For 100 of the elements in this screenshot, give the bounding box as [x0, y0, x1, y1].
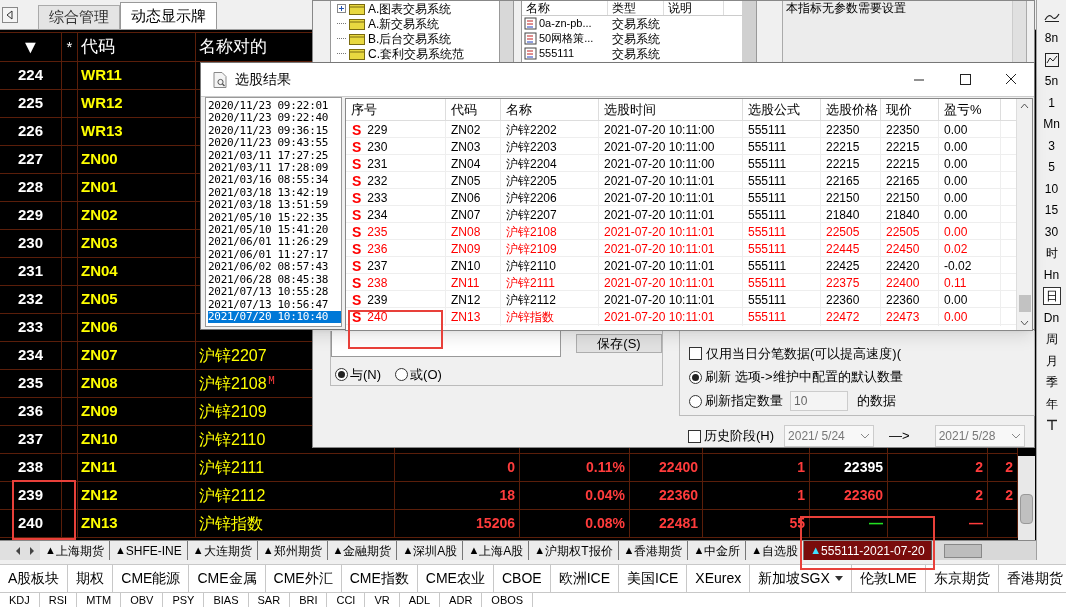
- list-item[interactable]: 2021/03/16 08:55:34: [208, 174, 341, 187]
- list-cell[interactable]: 555111: [539, 45, 575, 62]
- list-item[interactable]: 2021/03/11 17:27:25: [208, 149, 341, 163]
- indicator-tab[interactable]: ADR: [440, 593, 483, 607]
- toolbar-button[interactable]: Hn: [1041, 266, 1062, 283]
- scroll-left-button[interactable]: [2, 7, 18, 23]
- sheet-tab[interactable]: ▲555111-2021-07-20: [804, 541, 932, 560]
- toolbar-button[interactable]: 15: [1042, 202, 1061, 219]
- toolbar-button[interactable]: 10: [1042, 180, 1061, 197]
- sheet-tab[interactable]: ▲金融期货: [327, 541, 398, 560]
- column-header[interactable]: 名称: [501, 99, 599, 120]
- sheet-tab[interactable]: ▲SHFE-INE: [109, 541, 188, 560]
- toolbar-button[interactable]: 5: [1046, 159, 1057, 176]
- checkbox[interactable]: [688, 429, 701, 443]
- scroll-thumb[interactable]: [1018, 295, 1031, 312]
- list-item[interactable]: 2021/03/18 13:51:59: [208, 199, 341, 212]
- indicator-tab[interactable]: VR: [365, 593, 400, 607]
- toolbar-button[interactable]: 月: [1043, 352, 1060, 369]
- list-item[interactable]: 2021/05/10 15:41:20: [208, 224, 341, 237]
- save-button[interactable]: 保存(S): [576, 333, 662, 353]
- toolbar-button[interactable]: 时: [1043, 245, 1060, 262]
- toolbar-button[interactable]: 周: [1043, 331, 1060, 348]
- column-header[interactable]: 说明: [664, 1, 724, 15]
- list-cell[interactable]: 50网格策...: [539, 30, 594, 47]
- expand-icon[interactable]: [337, 4, 346, 13]
- radio-label[interactable]: 刷新 选项->维护中配置的默认数量: [705, 367, 903, 387]
- sheet-tab[interactable]: ▲自选股: [746, 541, 805, 560]
- indicator-tab[interactable]: MTM: [77, 593, 122, 607]
- indicator-tab[interactable]: BIAS: [204, 593, 249, 607]
- indicator-tab[interactable]: SAR: [248, 593, 291, 607]
- tab[interactable]: 动态显示牌: [120, 2, 217, 29]
- toolbar-button[interactable]: 8n: [1042, 30, 1061, 47]
- list-item[interactable]: 2020/11/23 09:43:55: [208, 137, 341, 150]
- indicator-tab[interactable]: BRI: [290, 593, 328, 607]
- scrollbar[interactable]: [500, 1, 514, 63]
- trend-line-icon[interactable]: [1043, 11, 1060, 22]
- chart-icon[interactable]: [1044, 52, 1059, 67]
- indicator-tab[interactable]: RSI: [39, 593, 78, 607]
- checkbox-label[interactable]: 历史阶段(H): [704, 426, 775, 446]
- toolbar-button[interactable]: 日: [1042, 287, 1061, 306]
- list-item[interactable]: 2021/07/13 10:56:47: [208, 298, 341, 311]
- list-item[interactable]: 2021/06/02 08:57:43: [208, 261, 341, 274]
- list-cell[interactable]: 0a-zn-pb...: [539, 15, 592, 32]
- toolbar-button[interactable]: 30: [1042, 223, 1061, 240]
- scrollbar[interactable]: [1012, 1, 1026, 62]
- indicator-tab[interactable]: OBV: [121, 593, 164, 607]
- sheet-tab[interactable]: ▲上海A股: [463, 541, 530, 560]
- column-header[interactable]: 代码: [81, 34, 115, 60]
- scroll-down-icon[interactable]: [1020, 320, 1029, 326]
- column-header[interactable]: 代码: [446, 99, 501, 120]
- column-header[interactable]: 名称: [522, 1, 608, 15]
- pin-icon[interactable]: [1045, 419, 1058, 432]
- toolbar-button[interactable]: 年: [1043, 395, 1060, 412]
- scrollbar[interactable]: [1018, 456, 1035, 540]
- toolbar-button[interactable]: Dn: [1041, 309, 1062, 326]
- radio-button[interactable]: [395, 367, 409, 381]
- checkbox[interactable]: [689, 346, 702, 360]
- toolbar-button[interactable]: Mn: [1041, 116, 1062, 133]
- list-item[interactable]: 2021/07/20 10:10:40: [208, 310, 341, 324]
- list-item[interactable]: 2021/06/01 11:27:17: [208, 248, 341, 262]
- toolbar-button[interactable]: 1: [1046, 94, 1057, 111]
- horizontal-scrollbar[interactable]: [931, 541, 1036, 560]
- list-item[interactable]: 2020/11/23 09:36:15: [208, 124, 341, 138]
- date-field[interactable]: 2021/ 5/24: [784, 425, 875, 447]
- column-header[interactable]: 选股时间: [599, 99, 743, 120]
- radio-button[interactable]: [335, 367, 348, 381]
- indicator-tab[interactable]: CCI: [327, 593, 366, 607]
- checkbox-label[interactable]: 仅用当日分笔数据(可以提高速度)(: [706, 343, 901, 363]
- sheet-tab[interactable]: ▲郑州期货: [257, 541, 328, 560]
- sheet-tab[interactable]: ▲中金所: [688, 541, 747, 560]
- radio-label[interactable]: 刷新指定数量: [705, 391, 783, 411]
- column-header[interactable]: 名称对的: [199, 34, 267, 60]
- radio-button[interactable]: [689, 370, 702, 384]
- column-header[interactable]: ▼: [21, 33, 40, 61]
- list-item[interactable]: 2021/03/11 17:28:09: [208, 162, 341, 175]
- sheet-tab[interactable]: ▲大连期货: [187, 541, 258, 560]
- tab[interactable]: 综合管理: [38, 5, 120, 29]
- indicator-tab[interactable]: PSY: [163, 593, 205, 607]
- scrollbar[interactable]: [742, 1, 756, 62]
- list-item[interactable]: 2021/03/18 13:42:19: [208, 186, 341, 200]
- radio-button[interactable]: [689, 394, 702, 408]
- list-item[interactable]: 2021/07/13 10:55:28: [208, 286, 341, 299]
- radio-label[interactable]: 与(N): [350, 364, 382, 384]
- count-field[interactable]: 10: [790, 391, 848, 411]
- indicator-tab[interactable]: ADL: [399, 593, 441, 607]
- sheet-tab[interactable]: ▲香港期货: [618, 541, 689, 560]
- indicator-tab[interactable]: KDJ: [0, 593, 40, 607]
- list-item[interactable]: 2021/06/01 11:26:29: [208, 236, 341, 249]
- list-item[interactable]: 2021/06/28 08:45:38: [208, 273, 341, 287]
- list-item[interactable]: 2021/05/10 15:22:35: [208, 211, 341, 225]
- sheet-tab[interactable]: ▲深圳A股: [397, 541, 464, 560]
- scroll-thumb[interactable]: [1020, 494, 1033, 524]
- column-header[interactable]: 盈亏%: [939, 99, 1001, 120]
- column-header[interactable]: 类型: [608, 1, 664, 15]
- indicator-tab[interactable]: OBOS: [482, 593, 534, 607]
- column-header[interactable]: 现价: [881, 99, 939, 120]
- list-item[interactable]: 2020/11/23 09:22:01: [208, 100, 341, 113]
- toolbar-button[interactable]: 5n: [1042, 73, 1061, 90]
- radio-label[interactable]: 或(O): [410, 364, 442, 384]
- column-header[interactable]: 序号: [346, 99, 446, 120]
